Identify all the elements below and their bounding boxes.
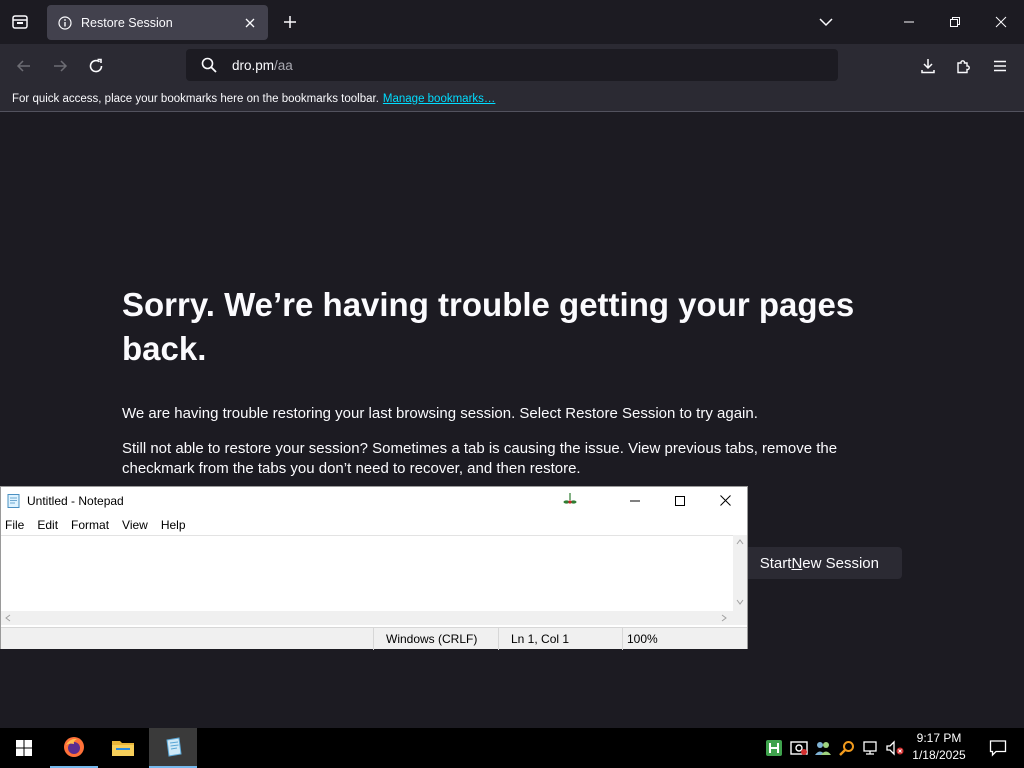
restore-message: We are having trouble restoring your las…: [122, 405, 758, 422]
tray-users-icon[interactable]: [813, 738, 833, 758]
notepad-statusbar: Windows (CRLF) Ln 1, Col 1 100%: [1, 627, 747, 650]
tab-strip: Restore Session: [0, 0, 1024, 44]
start-label-accesskey: N: [791, 554, 803, 572]
volume-muted-icon[interactable]: [885, 738, 905, 758]
back-button[interactable]: [10, 52, 38, 80]
list-all-tabs-button[interactable]: [812, 8, 840, 36]
notepad-icon: [166, 737, 182, 757]
new-tab-button[interactable]: [278, 10, 302, 34]
tray-h-app-icon[interactable]: [764, 738, 784, 758]
manage-bookmarks-link[interactable]: Manage bookmarks…: [383, 93, 496, 105]
notepad-maximize-button[interactable]: [657, 487, 703, 514]
scroll-left-icon: [5, 614, 11, 622]
address-bar[interactable]: dro.pm/aa: [186, 49, 838, 81]
close-icon: [719, 495, 731, 506]
status-encoding: Windows (CRLF): [373, 628, 497, 650]
bookmarks-hint-text: For quick access, place your bookmarks h…: [12, 92, 379, 105]
restore-icon: [950, 17, 960, 27]
clock-date: 1/18/2025: [912, 748, 966, 762]
folder-icon: [112, 741, 134, 756]
search-icon: [200, 56, 218, 74]
taskbar-clock[interactable]: 9:17 PM 1/18/2025: [906, 730, 972, 766]
page-title: Sorry. We’re having trouble getting your…: [122, 286, 855, 367]
reload-icon: [89, 58, 103, 73]
scrollbar-corner: [733, 611, 747, 625]
notepad-titlebar[interactable]: Untitled - Notepad: [1, 487, 747, 514]
plus-icon: [284, 16, 296, 28]
start-label-after: ew Session: [802, 554, 879, 572]
app-menu-button[interactable]: [986, 52, 1014, 80]
status-zoom: 100%: [622, 628, 732, 650]
notepad-text-area[interactable]: [1, 535, 733, 611]
notepad-window: Untitled - Notepad File Edit Format View…: [0, 486, 748, 650]
notepad-vertical-scrollbar[interactable]: [733, 535, 747, 611]
notepad-minimize-button[interactable]: [612, 487, 658, 514]
scroll-up-icon: [736, 539, 744, 545]
extensions-button[interactable]: [950, 52, 978, 80]
download-icon: [921, 59, 935, 74]
taskbar-notepad[interactable]: [149, 728, 197, 768]
menu-view[interactable]: View: [118, 518, 154, 532]
clock-time: 9:17 PM: [916, 731, 962, 745]
notepad-title: Untitled - Notepad: [27, 493, 124, 508]
notepad-app-icon: [6, 493, 22, 509]
maximize-icon: [675, 495, 685, 506]
scroll-right-icon: [721, 614, 727, 622]
forward-button[interactable]: [46, 52, 74, 80]
firefox-icon: [64, 737, 84, 757]
tab-restore-session[interactable]: Restore Session: [47, 5, 268, 40]
taskbar-file-explorer[interactable]: [99, 728, 147, 768]
minimize-icon: [904, 21, 914, 23]
tab-title: Restore Session: [81, 15, 173, 30]
start-label-before: Start: [759, 554, 792, 572]
minimize-icon: [630, 500, 640, 501]
notepad-close-button[interactable]: [702, 487, 748, 514]
menu-help[interactable]: Help: [157, 518, 192, 532]
menu-format[interactable]: Format: [67, 518, 115, 532]
firefox-view-button[interactable]: [8, 10, 32, 34]
downloads-button[interactable]: [914, 52, 942, 80]
puzzle-icon: [957, 60, 970, 74]
taskbar-firefox[interactable]: [50, 728, 98, 768]
start-new-session-button[interactable]: Start New Session: [736, 547, 902, 579]
reload-button[interactable]: [82, 52, 110, 80]
hamburger-menu-icon: [994, 60, 1006, 72]
notepad-horizontal-scrollbar[interactable]: [1, 611, 733, 625]
chevron-down-icon: [819, 18, 833, 27]
windows-logo-icon: [16, 740, 32, 756]
menu-file[interactable]: File: [1, 518, 30, 532]
close-tab-icon[interactable]: [242, 15, 258, 31]
url-host: dro.pm: [232, 57, 275, 73]
url-path: /aa: [274, 57, 293, 73]
tray-screen-capture-icon[interactable]: [789, 738, 809, 758]
bookmarks-toolbar: For quick access, place your bookmarks h…: [0, 86, 1024, 112]
tray-search-tool-icon[interactable]: [837, 738, 857, 758]
close-window-button[interactable]: [987, 8, 1015, 36]
nav-toolbar: dro.pm/aa: [0, 44, 1024, 86]
minimize-button[interactable]: [895, 8, 923, 36]
info-icon: [57, 15, 73, 31]
notepad-menubar: File Edit Format View Help: [1, 515, 747, 535]
notification-icon: [989, 740, 1007, 757]
scroll-down-icon: [736, 599, 744, 605]
restore-button[interactable]: [941, 8, 969, 36]
close-icon: [995, 16, 1007, 28]
status-position: Ln 1, Col 1: [498, 628, 622, 650]
menu-edit[interactable]: Edit: [33, 518, 64, 532]
mistletoe-icon: [561, 491, 579, 514]
taskbar: 9:17 PM 1/18/2025: [0, 728, 1024, 768]
arrow-right-icon: [54, 60, 68, 72]
restore-hint: Still not able to restore your session? …: [122, 440, 838, 477]
start-button[interactable]: [0, 728, 48, 768]
network-icon[interactable]: [861, 738, 881, 758]
action-center-button[interactable]: [978, 728, 1018, 768]
firefox-view-icon: [12, 15, 28, 29]
arrow-left-icon: [16, 60, 30, 72]
